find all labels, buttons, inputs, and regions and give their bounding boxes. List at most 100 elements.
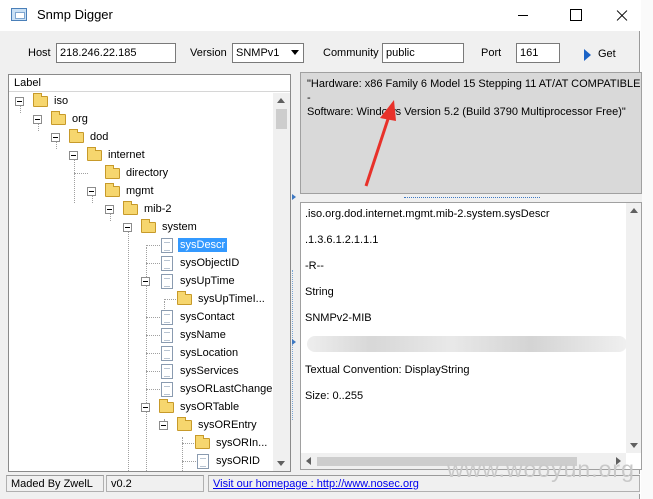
folder-icon (177, 417, 192, 431)
oid-path: .iso.org.dod.internet.mgmt.mib-2.system.… (305, 208, 550, 220)
splitter-grip[interactable] (292, 270, 296, 420)
document-icon (161, 274, 173, 289)
folder-icon (105, 183, 120, 197)
collapse-icon[interactable] (105, 205, 114, 214)
community-input[interactable]: public (382, 43, 464, 63)
vertical-splitter[interactable] (291, 74, 298, 472)
port-input[interactable]: 161 (516, 43, 560, 63)
folder-icon (51, 111, 66, 125)
tree-node-label: sysDescr (178, 238, 228, 252)
scroll-down-icon[interactable] (277, 461, 285, 466)
mib-tree[interactable]: Label iso org dod internet directory mgm… (8, 74, 291, 472)
folder-icon (177, 291, 192, 305)
scroll-up-icon[interactable] (630, 208, 638, 213)
collapse-icon[interactable] (123, 223, 132, 232)
tree-node-syslocation[interactable]: sysLocation (9, 345, 269, 362)
author-text: Maded By ZwelL (6, 475, 104, 492)
version-select[interactable]: SNMPv1 (232, 43, 304, 63)
detail-vertical-scrollbar[interactable] (626, 203, 641, 453)
tree-node-sysorlastchange[interactable]: sysORLastChange (9, 381, 272, 398)
oid-numeric: .1.3.6.1.2.1.1.1 (305, 234, 379, 246)
document-icon (161, 346, 173, 361)
scroll-up-icon[interactable] (277, 98, 285, 103)
tree-node-dod[interactable]: dod (9, 129, 269, 146)
folder-icon (33, 93, 48, 107)
splitter-grip[interactable] (404, 197, 540, 199)
mib-module: SNMPv2-MIB (305, 312, 372, 324)
tree-vertical-scrollbar[interactable] (273, 93, 290, 471)
collapse-icon[interactable] (87, 187, 96, 196)
collapse-icon[interactable] (51, 133, 60, 142)
tree-node-system[interactable]: system (9, 219, 269, 236)
tree-node-label: sysObjectID (180, 257, 240, 269)
tree-node-label: sysUpTimeI... (198, 293, 265, 305)
tree-node-sysortable[interactable]: sysORTable (9, 399, 269, 416)
tree-node-label: sysORIn... (216, 437, 268, 449)
textual-convention: Textual Convention: DisplayString (305, 364, 470, 376)
host-input[interactable]: 218.246.22.185 (56, 43, 176, 63)
result-text: "Hardware: x86 Family 6 Model 15 Steppin… (307, 77, 641, 119)
scroll-left-icon[interactable] (306, 457, 311, 465)
minimize-icon[interactable] (500, 0, 546, 31)
collapse-icon[interactable] (69, 151, 78, 160)
tree-node-label: sysUpTime (180, 275, 235, 287)
homepage-link[interactable]: Visit our homepage : http://www.nosec.or… (213, 478, 419, 490)
tree-node-sysorentry[interactable]: sysOREntry (9, 417, 269, 434)
tree-node-org[interactable]: org (9, 111, 269, 128)
collapse-icon[interactable] (159, 421, 168, 430)
host-label: Host (28, 47, 51, 59)
title-bar[interactable]: Snmp Digger (0, 0, 640, 31)
tree-node-iso[interactable]: iso (9, 93, 269, 110)
tree-node-internet[interactable]: internet (9, 147, 269, 164)
tree-node-mgmt[interactable]: mgmt (9, 183, 269, 200)
tree-column-header[interactable]: Label (9, 75, 290, 92)
chevron-down-icon (291, 50, 299, 55)
tree-node-label: iso (54, 95, 69, 107)
detail-pane: .iso.org.dod.internet.mgmt.mib-2.system.… (300, 202, 642, 470)
tree-node-label: mgmt (126, 185, 154, 197)
close-icon[interactable] (600, 0, 646, 31)
horizontal-splitter[interactable] (300, 194, 642, 202)
tree-node-sysobjectid[interactable]: sysObjectID (9, 255, 269, 272)
tree-node-label: sysLocation (180, 347, 239, 359)
document-icon (161, 310, 173, 325)
size-range: Size: 0..255 (305, 390, 364, 402)
collapse-icon[interactable] (141, 403, 150, 412)
tree-node-label: sysServices (180, 365, 239, 377)
tree-node-syscontact[interactable]: sysContact (9, 309, 269, 326)
folder-icon (195, 435, 210, 449)
tree-node-sysuptimei[interactable]: sysUpTimeI... (9, 291, 269, 308)
maximize-icon[interactable] (552, 0, 598, 31)
collapse-icon[interactable] (141, 277, 150, 286)
folder-icon (123, 201, 138, 215)
document-icon (161, 256, 173, 271)
get-button-label: Get (598, 48, 616, 60)
collapse-icon[interactable] (33, 115, 42, 124)
scroll-down-icon[interactable] (630, 443, 638, 448)
tree-node-label: mib-2 (144, 203, 172, 215)
tree-node-sysuptime[interactable]: sysUpTime (9, 273, 269, 290)
tree-node-sysdescr[interactable]: sysDescr (9, 237, 269, 254)
get-button[interactable]: Get (580, 45, 620, 65)
collapse-icon[interactable] (15, 97, 24, 106)
version-select-value: SNMPv1 (236, 47, 280, 59)
tree-node-sysorin[interactable]: sysORIn... (9, 435, 269, 452)
community-label: Community (323, 47, 379, 59)
result-line: "Hardware: x86 Family 6 Model 15 Steppin… (307, 78, 641, 104)
tree-node-label: dod (90, 131, 109, 143)
splitter-arrow-icon[interactable] (292, 339, 296, 345)
splitter-arrow-icon[interactable] (292, 194, 296, 200)
scrollbar-thumb[interactable] (276, 109, 287, 129)
version-text: v0.2 (106, 475, 204, 492)
port-label: Port (481, 47, 502, 59)
tree-node-sysorid[interactable]: sysORID (9, 453, 269, 470)
tree-node-label: system (162, 221, 197, 233)
folder-icon (159, 399, 174, 413)
tree-node-label: sysOREntry (198, 419, 257, 431)
tree-node-label: sysORTable (180, 401, 240, 413)
tree-node-mib-2[interactable]: mib-2 (9, 201, 269, 218)
tree-node-directory[interactable]: directory (9, 165, 269, 182)
snmp-digger-window: Snmp Digger Host 218.246.22.185 Version … (0, 0, 642, 499)
tree-node-sysname[interactable]: sysName (9, 327, 269, 344)
tree-node-sysservices[interactable]: sysServices (9, 363, 269, 380)
